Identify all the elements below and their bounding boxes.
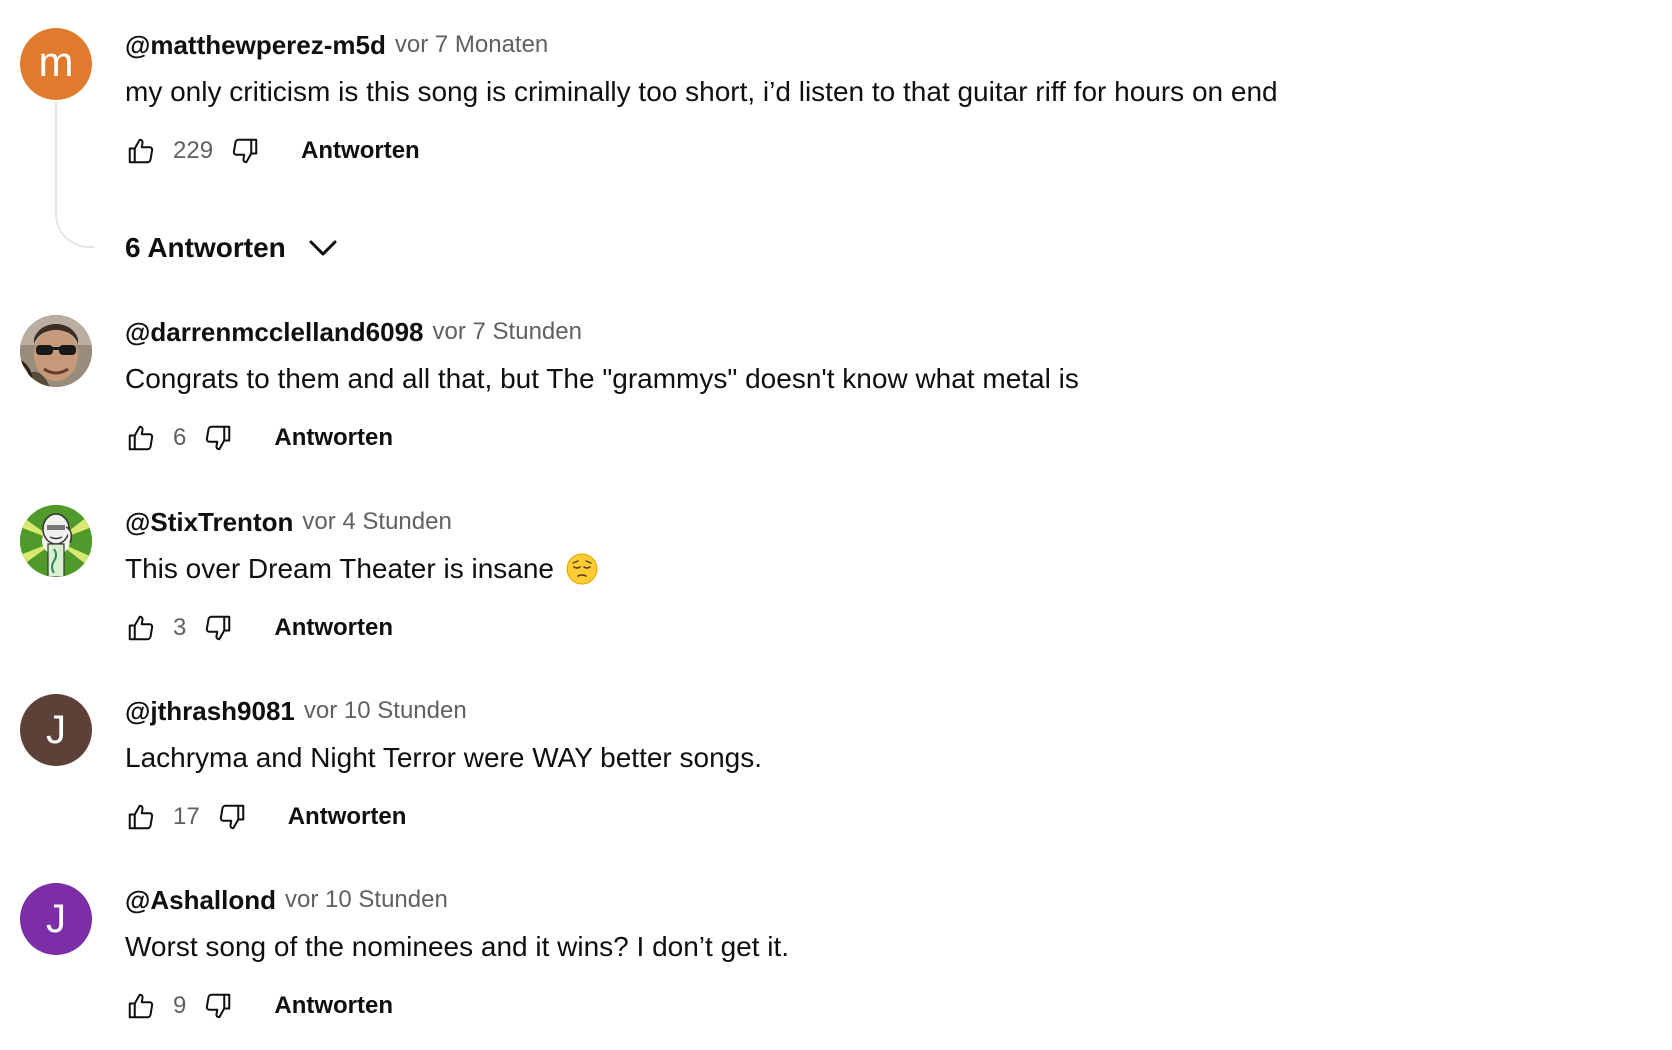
comments-section: m @matthewperez-m5d vor 7 Monaten my onl…	[0, 0, 1672, 1050]
comment-text: Worst song of the nominees and it wins? …	[125, 931, 790, 962]
comment-actions: 17 Antworten	[125, 797, 406, 837]
avatar[interactable]	[20, 505, 92, 577]
comment-text: Congrats to them and all that, but The "…	[125, 363, 1079, 394]
comment-body: @StixTrenton vor 4 Stunden This over Dre…	[125, 505, 1652, 587]
thumbs-down-icon[interactable]	[202, 612, 234, 644]
comment-body: @Ashallond vor 10 Stunden Worst song of …	[125, 883, 1652, 965]
reply-button[interactable]: Antworten	[274, 424, 393, 452]
thumbs-up-icon[interactable]	[125, 612, 157, 644]
avatar[interactable]: m	[20, 28, 92, 100]
comment-text: Lachryma and Night Terror were WAY bette…	[125, 742, 763, 773]
thumbs-up-icon[interactable]	[125, 422, 157, 454]
thumbs-down-icon[interactable]	[216, 801, 248, 833]
show-replies-button[interactable]: 6 Antworten	[125, 228, 338, 268]
comment-time[interactable]: vor 10 Stunden	[285, 886, 448, 914]
thumbs-up-icon[interactable]	[125, 135, 157, 167]
comment-author[interactable]: @jthrash9081	[125, 696, 295, 727]
comment-text: This over Dream Theater is insane	[125, 553, 554, 584]
thumbs-down-icon[interactable]	[202, 422, 234, 454]
reply-button[interactable]: Antworten	[301, 137, 420, 165]
chevron-down-icon	[308, 238, 338, 258]
like-count: 9	[173, 992, 187, 1019]
comment-actions: 6 Antworten	[125, 418, 393, 458]
comment-author[interactable]: @matthewperez-m5d	[125, 30, 386, 61]
comment-header: @darrenmcclelland6098 vor 7 Stunden	[125, 315, 1652, 349]
comment-author[interactable]: @StixTrenton	[125, 507, 293, 538]
comment-actions: 229 Antworten	[125, 131, 420, 171]
thumbs-down-icon[interactable]	[229, 135, 261, 167]
avatar-letter: J	[46, 708, 66, 752]
comment-text-row: This over Dream Theater is insane	[125, 551, 1652, 587]
avatar[interactable]: J	[20, 694, 92, 766]
replies-count-label: 6 Antworten	[125, 232, 286, 263]
comment-header: @matthewperez-m5d vor 7 Monaten	[125, 28, 1652, 62]
comment-actions: 3 Antworten	[125, 608, 393, 648]
reply-button[interactable]: Antworten	[288, 803, 407, 831]
like-count: 229	[173, 137, 214, 164]
comment-body: @darrenmcclelland6098 vor 7 Stunden Cong…	[125, 315, 1652, 397]
reply-button[interactable]: Antworten	[274, 992, 393, 1020]
comment-time[interactable]: vor 7 Monaten	[395, 31, 548, 59]
comment-time[interactable]: vor 4 Stunden	[302, 508, 451, 536]
avatar[interactable]: J	[20, 883, 92, 955]
comment-time[interactable]: vor 10 Stunden	[304, 697, 467, 725]
like-count: 6	[173, 424, 187, 451]
cartoon-character-green-avatar	[20, 505, 92, 577]
comment-text: my only criticism is this song is crimin…	[125, 76, 1278, 107]
comment-author[interactable]: @Ashallond	[125, 885, 276, 916]
reply-button[interactable]: Antworten	[274, 614, 393, 642]
comment-actions: 9 Antworten	[125, 986, 393, 1026]
thread-connector-line	[55, 102, 95, 248]
avatar-letter: m	[38, 38, 74, 85]
person-sunglasses-photo	[20, 315, 92, 387]
avatar-letter: J	[46, 897, 66, 941]
thumbs-down-icon[interactable]	[202, 990, 234, 1022]
thumbs-up-icon[interactable]	[125, 990, 157, 1022]
comment-header: @StixTrenton vor 4 Stunden	[125, 505, 1652, 539]
comment-body: @jthrash9081 vor 10 Stunden Lachryma and…	[125, 694, 1652, 776]
comment-body: @matthewperez-m5d vor 7 Monaten my only …	[125, 28, 1652, 110]
like-count: 17	[173, 803, 200, 830]
comment-author[interactable]: @darrenmcclelland6098	[125, 317, 424, 348]
like-count: 3	[173, 614, 187, 641]
avatar[interactable]	[20, 315, 92, 387]
thumbs-up-icon[interactable]	[125, 801, 157, 833]
pensive-face-emoji	[566, 553, 598, 585]
comment-time[interactable]: vor 7 Stunden	[433, 318, 582, 346]
comment-header: @jthrash9081 vor 10 Stunden	[125, 694, 1652, 728]
comment-header: @Ashallond vor 10 Stunden	[125, 883, 1652, 917]
